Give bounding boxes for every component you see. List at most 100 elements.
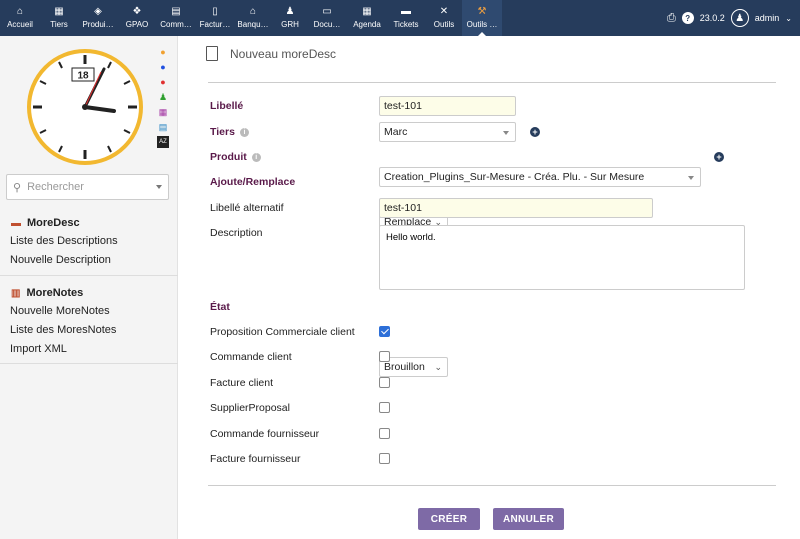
menu-link-liste-moresnotes[interactable]: Liste des MoresNotes — [0, 321, 178, 340]
nav-label: Accueil — [7, 20, 33, 29]
analog-clock: 18 — [27, 49, 143, 165]
moredesc-icon: ▬ — [11, 217, 21, 229]
menu-section-moredesc: ▬ MoreDesc Liste des Descriptions Nouvel… — [0, 214, 178, 276]
facture-fournisseur-checkbox[interactable] — [379, 453, 390, 464]
main-content: Nouveau moreDesc Libellé test-101 Tiers i… — [178, 36, 800, 539]
commande-fournisseur-checkbox[interactable] — [379, 428, 390, 439]
nav-outils[interactable]: ✕ Outils — [429, 0, 459, 36]
nav-label: Docu… — [313, 20, 341, 29]
clock-date: 18 — [77, 71, 89, 82]
nav-outils-more[interactable]: ⚒ Outils … — [462, 0, 502, 36]
nav-agenda[interactable]: ▦ Agenda — [350, 0, 384, 36]
label-text: Produit — [210, 151, 247, 163]
folder-icon: ▭ — [322, 6, 332, 17]
libelle-input[interactable]: test-101 — [379, 96, 516, 116]
menu-link-nouvelle-description[interactable]: Nouvelle Description — [0, 251, 178, 270]
nav-label: GPAO — [125, 20, 149, 29]
cancel-button[interactable]: ANNULER — [493, 508, 564, 530]
chevron-down-icon[interactable]: ⌄ — [785, 14, 792, 23]
menu-section-title: MoreNotes — [26, 287, 84, 299]
libelle-alternatif-input[interactable]: test-101 — [379, 198, 653, 218]
quick-icons: ● ● ● ♟ ▦ ▤ AZ — [157, 46, 171, 151]
nav-produits[interactable]: ◈ Produi… — [78, 0, 118, 36]
nav-label: Agenda — [353, 20, 381, 29]
user-check-icon[interactable]: ♟ — [157, 91, 169, 103]
nav-label: Produi… — [82, 20, 114, 29]
nav-tickets[interactable]: ▬ Tickets — [390, 0, 422, 36]
invoice-icon: ▯ — [212, 6, 218, 17]
table-icon[interactable]: ▤ — [157, 121, 169, 133]
morenotes-icon: ▥ — [11, 287, 21, 299]
create-button[interactable]: CRÉER — [418, 508, 480, 530]
cube-icon: ◈ — [94, 6, 102, 17]
proposition-commerciale-checkbox[interactable] — [379, 326, 390, 337]
ticket-icon: ▬ — [401, 6, 411, 17]
menu-link-import-xml[interactable]: Import XML — [0, 340, 178, 359]
label-supplier-proposal: SupplierProposal — [210, 402, 290, 414]
menu-section-header[interactable]: ▬ MoreDesc — [0, 214, 178, 232]
help-icon[interactable]: ? — [681, 12, 694, 24]
left-sidebar: 18 ● ● ● ♟ ▦ ▤ AZ ⚲ Rechercher ▬ MoreDes… — [0, 36, 178, 539]
nav-gpao[interactable]: ❖ GPAO — [121, 0, 153, 36]
tiers-value: Marc — [384, 126, 408, 138]
label-facture-fournisseur: Facture fournisseur — [210, 453, 301, 465]
tiers-select[interactable]: Marc — [379, 122, 516, 142]
divider — [208, 82, 776, 83]
nav-facturation[interactable]: ▯ Factur… — [196, 0, 234, 36]
description-textarea[interactable]: Hello world. — [379, 225, 745, 290]
chevron-down-icon[interactable] — [156, 185, 162, 189]
search-placeholder: Rechercher — [27, 181, 84, 193]
menu-link-nouvelle-morenotes[interactable]: Nouvelle MoreNotes — [0, 302, 178, 321]
cubes-icon: ❖ — [132, 6, 142, 17]
label-libelle-alternatif: Libellé alternatif — [210, 202, 284, 214]
supplier-proposal-checkbox[interactable] — [379, 402, 390, 413]
help-icon[interactable]: i — [239, 127, 249, 137]
label-description: Description — [210, 227, 263, 239]
nav-commercial[interactable]: ▤ Comm… — [156, 0, 196, 36]
nav-accueil[interactable]: ⌂ Accueil — [4, 0, 36, 36]
user-tie-icon: ♟ — [285, 6, 295, 17]
label-text: Tiers — [210, 126, 235, 138]
nav-tiers[interactable]: ▦ Tiers — [44, 0, 74, 36]
tools-colored-icon: ⚒ — [477, 6, 487, 17]
stopwatch-icon[interactable]: ● — [157, 76, 169, 88]
chevron-down-icon — [503, 131, 509, 135]
commande-client-checkbox[interactable] — [379, 351, 390, 362]
chevron-down-icon: ⌄ — [434, 362, 442, 372]
translate-icon[interactable]: AZ — [157, 136, 169, 148]
tools-icon: ✕ — [439, 6, 449, 17]
add-produit-icon[interactable]: + — [714, 152, 724, 162]
user-name[interactable]: admin — [755, 13, 780, 23]
nav-grh[interactable]: ♟ GRH — [276, 0, 304, 36]
search-input[interactable]: ⚲ Rechercher — [6, 174, 169, 200]
search-icon: ⚲ — [13, 181, 22, 194]
label-ajoute-remplace: Ajoute/Remplace — [210, 176, 296, 188]
user-avatar-icon[interactable]: ♟ — [730, 9, 749, 27]
nav-banque[interactable]: ⌂ Banqu… — [234, 0, 272, 36]
help-icon[interactable]: i — [251, 152, 261, 162]
label-etat: État — [210, 301, 230, 313]
clock-icon[interactable]: ● — [157, 46, 169, 58]
top-navigation-bar: ⌂ Accueil ▦ Tiers ◈ Produi… ❖ GPAO ▤ Com… — [0, 0, 800, 36]
menu-link-liste-descriptions[interactable]: Liste des Descriptions — [0, 232, 178, 251]
label-libelle: Libellé — [210, 100, 244, 112]
label-commande-fournisseur: Commande fournisseur — [210, 428, 320, 440]
label-produit: Produit i — [210, 146, 261, 168]
calendar-icon: ▦ — [362, 6, 372, 17]
nav-label: Tiers — [50, 20, 68, 29]
suitcase-icon: ▤ — [171, 6, 181, 17]
produit-value: Creation_Plugins_Sur-Mesure - Créa. Plu.… — [384, 171, 645, 183]
nav-label: Banqu… — [237, 20, 269, 29]
print-icon[interactable]: ⎙ — [667, 12, 676, 25]
page-header: Nouveau moreDesc — [206, 46, 336, 61]
add-tiers-icon[interactable]: + — [530, 127, 540, 137]
calculator-icon[interactable]: ▦ — [157, 106, 169, 118]
nav-documents[interactable]: ▭ Docu… — [309, 0, 345, 36]
chevron-down-icon — [688, 176, 694, 180]
nav-label: Outils … — [466, 20, 498, 29]
compass-icon[interactable]: ● — [157, 61, 169, 73]
nav-label: GRH — [281, 20, 299, 29]
menu-section-header[interactable]: ▥ MoreNotes — [0, 284, 178, 302]
produit-select[interactable]: Creation_Plugins_Sur-Mesure - Créa. Plu.… — [379, 167, 701, 187]
facture-client-checkbox[interactable] — [379, 377, 390, 388]
